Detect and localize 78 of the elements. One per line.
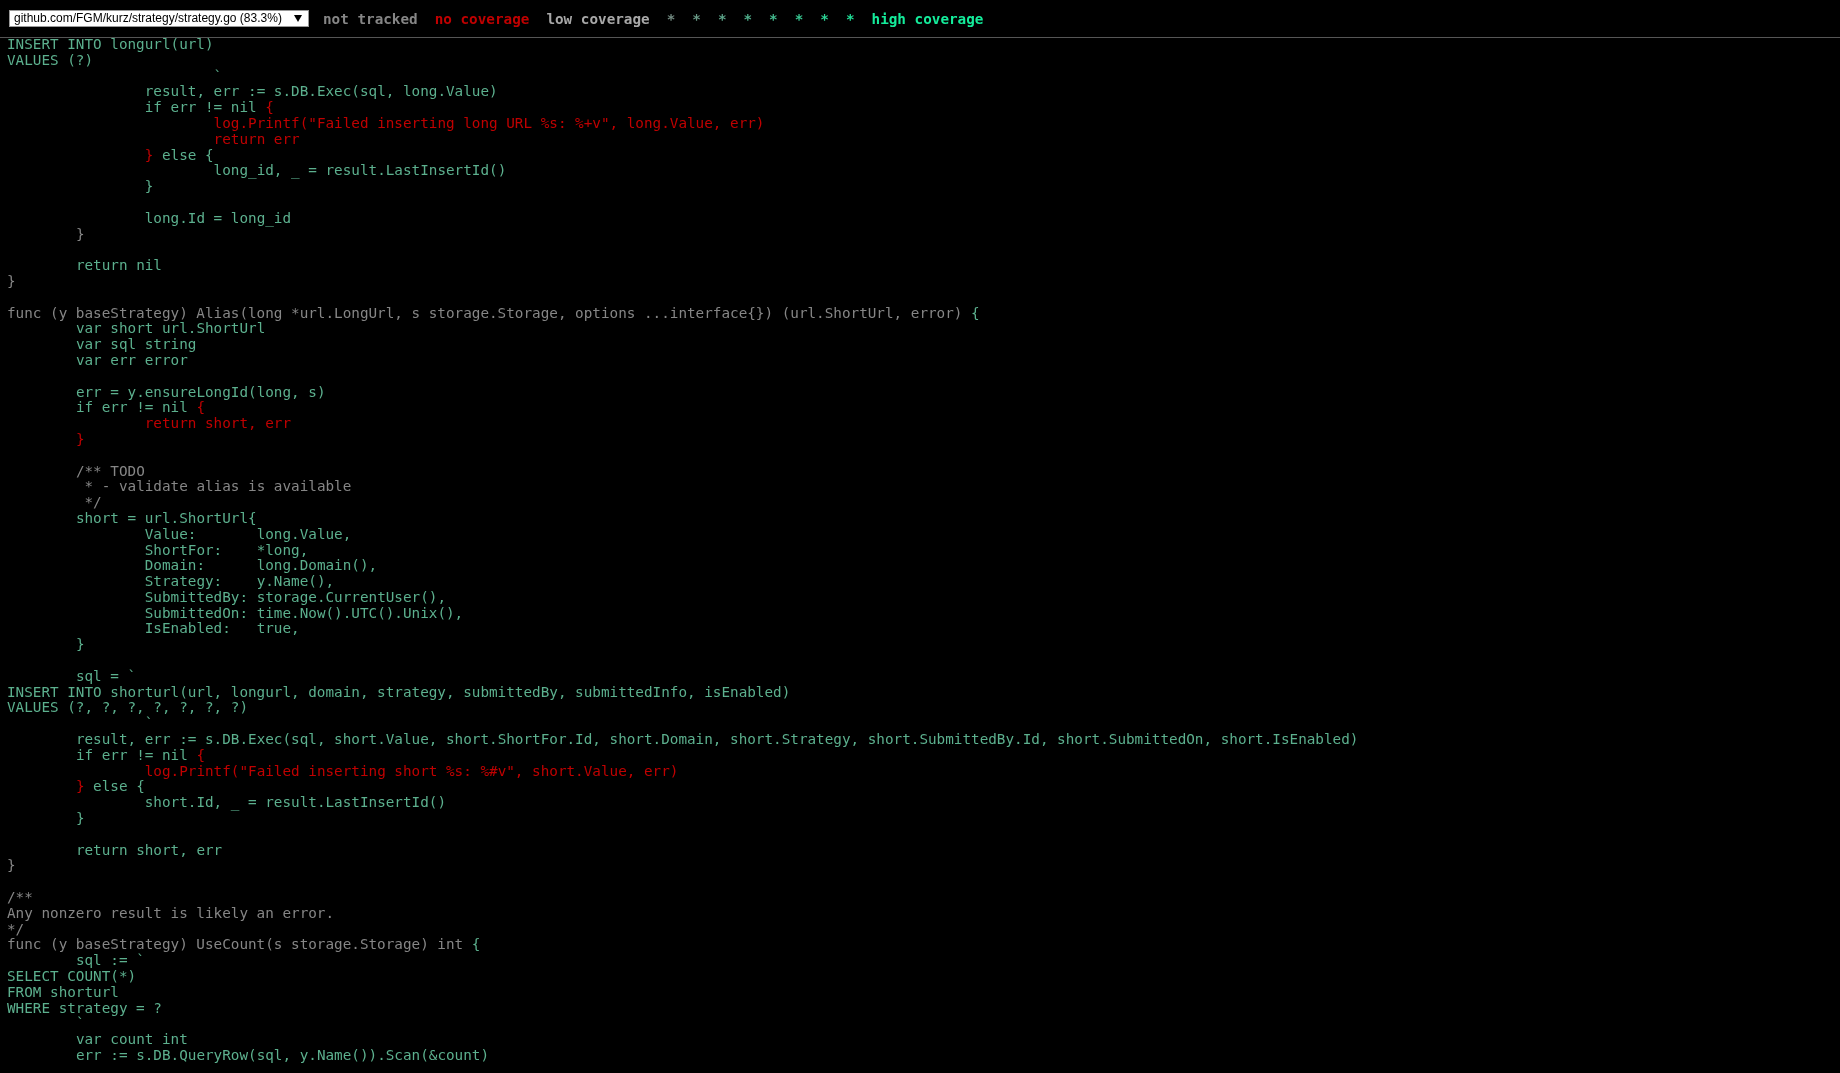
code-text: } (75, 430, 85, 447)
code-text: * - validate alias is available (84, 478, 352, 495)
code-text: return short, err (75, 841, 223, 858)
code-text: } (7, 857, 16, 874)
code-text: } (144, 146, 154, 163)
code-text: var count int (75, 1031, 188, 1048)
legend-label: * (666, 10, 676, 27)
code-text: FROM shorturl (7, 983, 119, 1000)
code-text: ShortFor: *long, (144, 541, 309, 558)
legend-label: * (743, 10, 753, 27)
code-text: short.Id, _ = result.LastInsertId() (144, 794, 446, 811)
code-text: INSERT INTO longurl(url) (7, 36, 214, 52)
code-text: log.Printf("Failed inserting short %s: %#v", short.Value, err) (144, 762, 679, 779)
code-text: ` (75, 1015, 85, 1032)
code-text: else { (161, 146, 214, 163)
code-text: { (471, 936, 481, 953)
code-text: WHERE strategy = ? (7, 999, 162, 1016)
code-text: Strategy: y.Name(), (144, 573, 335, 590)
code-text: */ (84, 494, 102, 511)
code-text: VALUES (?, ?, ?, ?, ?, ?, ?) (7, 699, 248, 716)
code-text: Value: long.Value, (144, 525, 352, 542)
legend-label: * (794, 10, 804, 27)
code-text: { (196, 399, 205, 416)
code-text: /** (7, 889, 33, 906)
code-text: } (75, 810, 85, 827)
file-select[interactable]: github.com/FGM/kurz/strategy/strategy.go (83.3%) (9, 9, 309, 27)
legend-label: not tracked (323, 10, 418, 27)
code-text: if err != nil (75, 399, 188, 416)
code-text: long.Id = long_id (144, 209, 292, 226)
code-text: err := s.DB.QueryRow(sql, y.Name()).Scan(&count) (75, 1047, 490, 1063)
code-text: sql := ` (75, 952, 145, 969)
code-text: } (144, 178, 154, 195)
code-text: } (75, 636, 85, 653)
code-text: { (265, 99, 274, 116)
code-text: if err != nil (144, 99, 258, 116)
code-text: if err != nil (75, 746, 189, 763)
code-text: var short url.ShortUrl (75, 320, 266, 337)
code-text: ` (213, 67, 223, 84)
code-text: func (y baseStrategy) Alias(long *url.LongUrl, s storage.Storage, options ...interface{}) (url.ShortUrl, error) (7, 304, 964, 321)
caret-icon (294, 14, 302, 22)
code-text: { (971, 304, 980, 321)
legend-label: * (845, 10, 855, 27)
legend-label: * (769, 10, 778, 27)
code-text: VALUES (?) (7, 51, 94, 68)
code-text: Any nonzero result is likely an error. (7, 904, 335, 921)
code-text: else { (93, 778, 145, 795)
legend-label: * (820, 10, 829, 27)
code-text: ` (144, 715, 154, 732)
code-text: log.Printf("Failed inserting long URL %s: %+v", long.Value, err) (213, 115, 765, 131)
legend-label: * (717, 10, 727, 27)
legend-label: no coverage (434, 10, 530, 27)
legend-label: high coverage (871, 10, 984, 27)
code-text: } (75, 778, 85, 795)
code-text: err = y.ensureLongId(long, s) (75, 383, 326, 400)
legend-label: low coverage (546, 10, 650, 27)
legend-label: * (692, 10, 701, 27)
code-text: /** TODO (75, 462, 145, 479)
code-text: Domain: long.Domain(), (144, 557, 378, 574)
code-text: var sql string (75, 336, 197, 353)
code-text: sql = ` (75, 667, 137, 684)
code-text: { (196, 746, 205, 763)
code-text: result, err := s.DB.Exec(sql, long.Value) (144, 83, 498, 100)
code-text: INSERT INTO shorturl(url, longurl, domain, strategy, submittedBy, submittedInfo, isEnabled) (7, 683, 791, 700)
code-text: short = url.ShortUrl{ (75, 509, 257, 526)
code-text: } (7, 272, 16, 289)
code-text: SubmittedOn: time.Now().UTC().Unix(), (144, 604, 464, 621)
code-text: func (y baseStrategy) UseCount(s storage.Storage) int (7, 936, 465, 953)
code-text: IsEnabled: true, (144, 620, 300, 637)
code-text: return short, err (144, 415, 292, 432)
code-text: SubmittedBy: storage.CurrentUser(), (144, 588, 446, 605)
code-text: */ (7, 920, 25, 937)
code-text: var err error (75, 351, 188, 368)
code-text: } (75, 225, 85, 242)
code-text: return nil (75, 257, 162, 274)
code-text: result, err := s.DB.Exec(sql, short.Value, short.ShortFor.Id, short.Domain, short.Strategy, short.SubmittedBy.Id, short.SubmittedOn, short.IsEnabled) (75, 731, 1359, 748)
code-text: return err (213, 130, 300, 147)
code-text: long_id, _ = result.LastInsertId() (213, 162, 507, 179)
code-text: SELECT COUNT(*) (7, 968, 137, 984)
